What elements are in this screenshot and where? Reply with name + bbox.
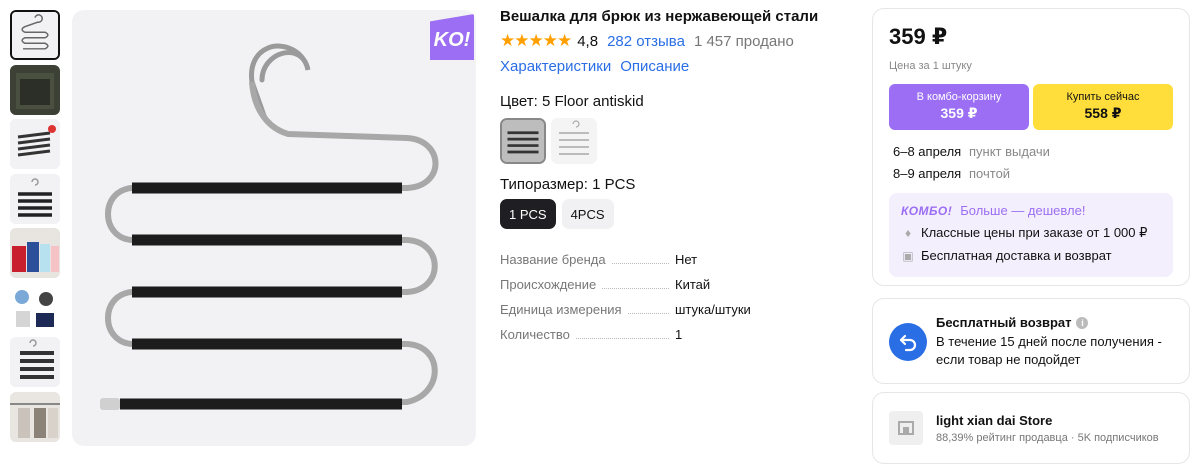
thumbnail-7[interactable]: [10, 337, 60, 387]
combo-button-price: 359 ₽: [940, 105, 978, 121]
star-rating-icon: ★★★★★: [500, 31, 572, 50]
size-option-4pcs[interactable]: 4PCS: [561, 199, 614, 229]
thumbnail-5[interactable]: [10, 228, 60, 278]
ko-badge: KO!: [430, 14, 474, 60]
spec-row: Количество 1: [500, 327, 860, 352]
specs-list: Название бренда Нет Происхождение Китай …: [500, 252, 860, 352]
thumbnail-1[interactable]: [10, 10, 60, 60]
dotted-leader: [611, 263, 669, 264]
delivery-options: 6–8 апреля пункт выдачи 8–9 апреля почто…: [889, 140, 1173, 184]
thumbnail-4[interactable]: [10, 173, 60, 224]
buy-button-price: 558 ₽: [1084, 105, 1122, 121]
combo-button-label: В комбо-корзину: [916, 91, 1002, 103]
product-title: Вешалка для брюк из нержавеющей стали: [500, 8, 819, 25]
return-title: Бесплатный возврат: [936, 315, 1072, 330]
rating-row: ★★★★★ 4,8 282 отзыва 1 457 продано: [500, 31, 860, 51]
price-per-unit: Цена за 1 штуку: [889, 60, 972, 72]
size-option-1pcs[interactable]: 1 PCS: [500, 199, 556, 229]
spec-key: Название бренда: [500, 252, 606, 267]
spec-key: Единица измерения: [500, 302, 622, 317]
color-swatch-1[interactable]: [500, 118, 546, 164]
rating-value: 4,8: [577, 32, 599, 50]
delivery-type: пункт выдачи: [969, 143, 1050, 159]
delivery-date: 6–8 апреля: [893, 143, 962, 159]
delivery-row: 8–9 апреля почтой: [889, 162, 1173, 184]
store-meta: 88,39% рейтинг продавца · 5K подписчиков: [936, 431, 1159, 444]
color-swatch-2[interactable]: [551, 118, 597, 164]
main-product-image[interactable]: KO!: [72, 10, 476, 446]
return-arrow-icon: [889, 323, 927, 361]
spec-value: Нет: [675, 252, 698, 267]
delivery-type: почтой: [969, 165, 1011, 181]
reviews-link[interactable]: 282 отзыва: [607, 33, 685, 50]
spec-key: Происхождение: [500, 277, 597, 292]
spec-value: 1: [675, 327, 683, 342]
spec-key: Количество: [500, 327, 570, 342]
return-description: В течение 15 дней после получения - если…: [936, 334, 1162, 367]
add-to-combo-button[interactable]: В комбо-корзину 359 ₽: [889, 84, 1029, 130]
description-link[interactable]: Описание: [620, 58, 689, 75]
info-links: Характеристики Описание: [500, 58, 860, 75]
free-return-panel[interactable]: Бесплатный возврат i В течение 15 дней п…: [872, 298, 1190, 384]
size-label: Типоразмер: 1 PCS: [500, 176, 636, 193]
dotted-leader: [627, 313, 669, 314]
buy-panel: 359 ₽ Цена за 1 штуку В комбо-корзину 35…: [872, 8, 1190, 286]
thumbnail-3[interactable]: [10, 119, 60, 169]
store-panel[interactable]: light xian dai Store 88,39% рейтинг прод…: [872, 392, 1190, 464]
spec-value: штука/штуки: [675, 302, 751, 317]
info-icon[interactable]: i: [1076, 316, 1089, 329]
combo-headline: Больше — дешевле!: [960, 203, 1086, 218]
store-name[interactable]: light xian dai Store: [936, 413, 1159, 428]
dotted-leader: [575, 338, 669, 339]
buy-buttons: В комбо-корзину 359 ₽ Купить сейчас 558 …: [889, 84, 1173, 130]
delivery-row: 6–8 апреля пункт выдачи: [889, 140, 1173, 162]
thumbnail-list: [10, 10, 62, 446]
delivery-date: 8–9 апреля: [893, 165, 962, 181]
combo-benefit: Бесплатная доставка и возврат: [921, 248, 1112, 263]
thumbnail-2[interactable]: [10, 64, 60, 115]
spec-row: Название бренда Нет: [500, 252, 860, 277]
characteristics-link[interactable]: Характеристики: [500, 58, 611, 75]
combo-promo[interactable]: КОМБО! Больше — дешевле! ♦ Классные цены…: [889, 193, 1173, 277]
buy-now-button[interactable]: Купить сейчас 558 ₽: [1033, 84, 1173, 130]
spec-row: Единица измерения штука/штуки: [500, 302, 860, 327]
hanger-illustration: [100, 43, 439, 410]
price: 359 ₽: [889, 24, 948, 49]
store-logo-icon: [889, 411, 923, 445]
buy-button-label: Купить сейчас: [1066, 91, 1140, 103]
combo-logo: КОМБО!: [901, 203, 953, 218]
thumbnail-6[interactable]: [10, 282, 60, 333]
sold-count: 1 457 продано: [693, 32, 794, 50]
size-options: 1 PCS 4PCS: [500, 199, 860, 229]
color-swatches: [500, 118, 860, 164]
dotted-leader: [602, 288, 669, 289]
spec-row: Происхождение Китай: [500, 277, 860, 302]
color-label: Цвет: 5 Floor antiskid: [500, 93, 644, 110]
flame-icon: ♦: [904, 226, 912, 240]
thumbnail-8[interactable]: [10, 391, 60, 442]
product-info: Вешалка для брюк из нержавеющей стали ★★…: [500, 8, 860, 352]
spec-value: Китай: [675, 277, 711, 292]
combo-benefit: Классные цены при заказе от 1 000 ₽: [921, 225, 1148, 240]
truck-icon: ▣: [902, 248, 914, 263]
